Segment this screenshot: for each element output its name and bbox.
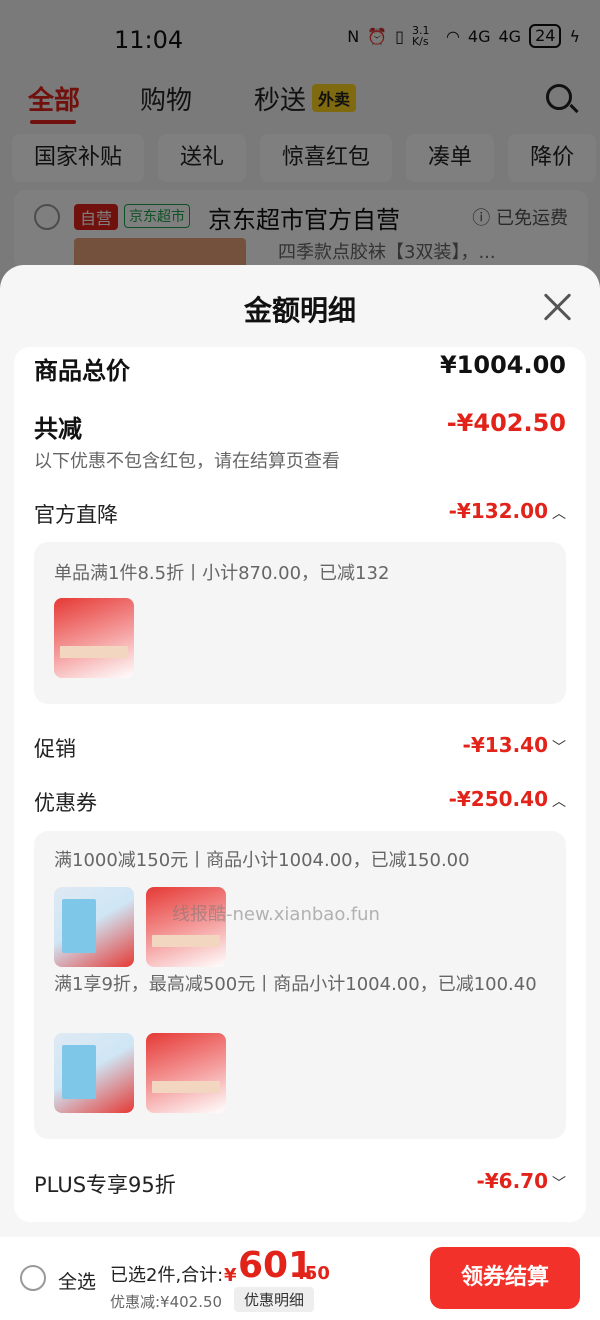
watermark-text: 线报酷-new.xianbao.fun: [172, 904, 380, 925]
total-row: 商品总价 ¥1004.00: [34, 351, 566, 386]
chevron-up-icon[interactable]: ︿: [552, 503, 566, 523]
official-value: -¥132.00: [448, 499, 548, 523]
coupon-detail-text-2: 满1享9折，最高减500元丨商品小计1004.00，已减100.40: [54, 974, 537, 995]
product-thumbnail-5[interactable]: [146, 1033, 226, 1113]
coupon-detail-text-1: 满1000减150元丨商品小计1004.00，已减150.00: [54, 850, 470, 871]
official-detail-text: 单品满1件8.5折丨小计870.00，已减132: [54, 563, 390, 584]
select-all-radio[interactable]: [20, 1265, 46, 1291]
checkout-bar: 全选 已选2件,合计: ¥ 601 .50 优惠减:¥402.50 优惠明细 领…: [0, 1237, 600, 1320]
promo-row[interactable]: 促销 -¥13.40 ﹀: [34, 733, 566, 763]
coupon-row[interactable]: 优惠券 -¥250.40 ︿: [34, 787, 566, 817]
total-price-dec: .50: [298, 1263, 330, 1284]
selected-count-text: 已选2件,合计:: [110, 1265, 224, 1286]
amount-card: 商品总价 ¥1004.00 共减 -¥402.50 以下优惠不包含红包，请在结算…: [14, 347, 586, 1222]
currency-symbol: ¥: [224, 1265, 237, 1286]
chevron-up-icon[interactable]: ︿: [552, 791, 566, 811]
close-icon[interactable]: [542, 291, 574, 323]
coupon-detail-card: 满1000减150元丨商品小计1004.00，已减150.00 满1享9折，最高…: [34, 831, 566, 1139]
plus-row[interactable]: PLUS专享95折 -¥6.70 ﹀: [34, 1169, 566, 1199]
coupon-value-wrap: -¥250.40 ︿: [449, 787, 566, 811]
sheet-title: 金额明细: [243, 294, 356, 327]
official-value-wrap: -¥132.00 ︿: [449, 499, 566, 523]
official-row[interactable]: 官方直降 -¥132.00 ︿: [34, 499, 566, 529]
amount-detail-sheet: 金额明细 商品总价 ¥1004.00 共减 -¥402.50 以下优惠不包含红包…: [0, 265, 600, 1237]
reduce-row: 共减 -¥402.50: [34, 409, 566, 444]
coupon-label: 优惠券: [34, 791, 97, 815]
discount-detail-button[interactable]: 优惠明细: [234, 1287, 315, 1312]
promo-value: -¥13.40: [462, 733, 548, 757]
coupon-value: -¥250.40: [448, 787, 548, 811]
discount-total: 优惠减:¥402.50: [110, 1293, 223, 1311]
promo-label: 促销: [34, 737, 76, 761]
plus-label: PLUS专享95折: [34, 1173, 176, 1197]
chevron-down-icon[interactable]: ﹀: [552, 1173, 566, 1193]
checkout-button[interactable]: 领券结算: [430, 1247, 580, 1309]
plus-value: -¥6.70: [476, 1169, 548, 1193]
reduce-label: 共减: [34, 415, 82, 443]
discount-note: 以下优惠不包含红包，请在结算页查看: [34, 451, 340, 472]
official-label: 官方直降: [34, 503, 118, 527]
product-thumbnail-4[interactable]: [54, 1033, 134, 1113]
product-thumbnail-1[interactable]: [54, 598, 134, 678]
product-thumbnail-2[interactable]: [54, 887, 134, 967]
promo-value-wrap: -¥13.40 ﹀: [463, 733, 566, 757]
total-value: ¥1004.00: [439, 351, 566, 379]
official-detail-card: 单品满1件8.5折丨小计870.00，已减132: [34, 542, 566, 704]
total-label: 商品总价: [34, 357, 130, 385]
select-all-label[interactable]: 全选: [58, 1267, 96, 1294]
reduce-value: -¥402.50: [446, 409, 566, 437]
chevron-down-icon[interactable]: ﹀: [552, 737, 566, 757]
product-thumbnail-3[interactable]: [146, 887, 226, 967]
plus-value-wrap: -¥6.70 ﹀: [476, 1169, 566, 1193]
